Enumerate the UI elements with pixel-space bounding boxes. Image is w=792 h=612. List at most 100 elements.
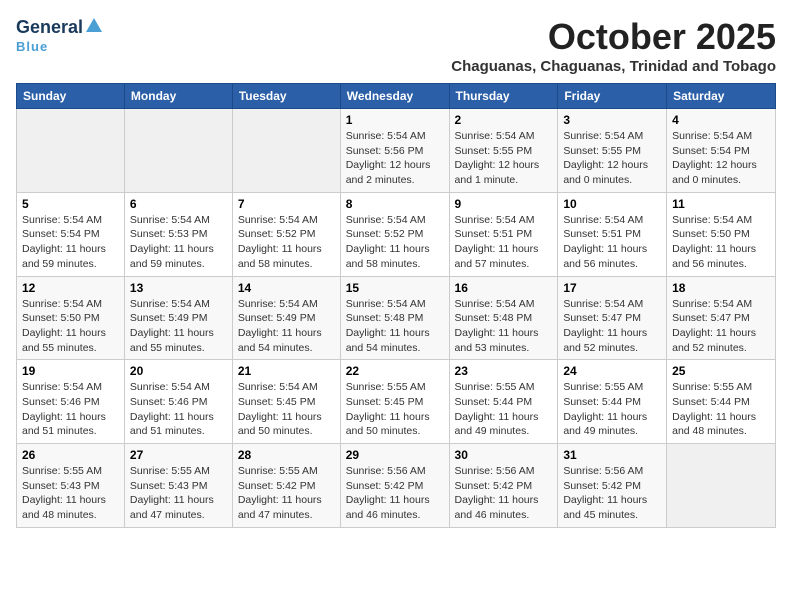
calendar-cell: 28 Sunrise: 5:55 AM Sunset: 5:42 PM Dayli… xyxy=(232,444,340,528)
cell-info: Sunrise: 5:54 AM Sunset: 5:54 PM Dayligh… xyxy=(22,213,119,272)
day-number: 24 xyxy=(563,364,661,378)
calendar-cell: 13 Sunrise: 5:54 AM Sunset: 5:49 PM Dayli… xyxy=(124,276,232,360)
week-row-4: 19 Sunrise: 5:54 AM Sunset: 5:46 PM Dayli… xyxy=(17,360,776,444)
day-number: 23 xyxy=(455,364,553,378)
calendar-cell: 17Sunrise: 5:54 AM Sunset: 5:47 PM Dayli… xyxy=(558,276,667,360)
column-header-sunday: Sunday xyxy=(17,84,125,109)
day-number: 29 xyxy=(346,448,444,462)
logo-blue: Blue xyxy=(16,39,48,54)
cell-info: Sunrise: 5:54 AM Sunset: 5:50 PM Dayligh… xyxy=(672,213,770,272)
cell-info: Sunrise: 5:54 AM Sunset: 5:46 PM Dayligh… xyxy=(22,380,119,439)
calendar-cell: 11 Sunrise: 5:54 AM Sunset: 5:50 PM Dayli… xyxy=(667,192,776,276)
calendar-cell: 19 Sunrise: 5:54 AM Sunset: 5:46 PM Dayli… xyxy=(17,360,125,444)
month-title: October 2025 xyxy=(451,16,776,58)
cell-info: Sunrise: 5:54 AM Sunset: 5:45 PM Dayligh… xyxy=(238,380,335,439)
day-number: 10 xyxy=(563,197,661,211)
cell-info: Sunrise: 5:55 AM Sunset: 5:44 PM Dayligh… xyxy=(672,380,770,439)
title-block: October 2025 Chaguanas, Chaguanas, Trini… xyxy=(451,16,776,75)
calendar-cell xyxy=(124,109,232,193)
cell-info: Sunrise: 5:54 AM Sunset: 5:56 PM Dayligh… xyxy=(346,129,444,188)
day-number: 9 xyxy=(455,197,553,211)
day-number: 27 xyxy=(130,448,227,462)
cell-info: Sunrise: 5:54 AM Sunset: 5:47 PM Dayligh… xyxy=(672,297,770,356)
logo: General Blue xyxy=(16,16,103,54)
calendar-cell: 23Sunrise: 5:55 AM Sunset: 5:44 PM Dayli… xyxy=(449,360,558,444)
day-number: 18 xyxy=(672,281,770,295)
calendar-cell: 12 Sunrise: 5:54 AM Sunset: 5:50 PM Dayli… xyxy=(17,276,125,360)
calendar-cell: 1Sunrise: 5:54 AM Sunset: 5:56 PM Daylig… xyxy=(340,109,449,193)
cell-info: Sunrise: 5:54 AM Sunset: 5:55 PM Dayligh… xyxy=(563,129,661,188)
header-row: SundayMondayTuesdayWednesdayThursdayFrid… xyxy=(17,84,776,109)
cell-info: Sunrise: 5:55 AM Sunset: 5:43 PM Dayligh… xyxy=(22,464,119,523)
calendar-cell: 31 Sunrise: 5:56 AM Sunset: 5:42 PM Dayli… xyxy=(558,444,667,528)
day-number: 4 xyxy=(672,113,770,127)
cell-info: Sunrise: 5:54 AM Sunset: 5:55 PM Dayligh… xyxy=(455,129,553,188)
day-number: 6 xyxy=(130,197,227,211)
logo-icon xyxy=(85,16,103,34)
day-number: 17 xyxy=(563,281,661,295)
column-header-wednesday: Wednesday xyxy=(340,84,449,109)
calendar-cell: 9 Sunrise: 5:54 AM Sunset: 5:51 PM Daylig… xyxy=(449,192,558,276)
week-row-5: 26Sunrise: 5:55 AM Sunset: 5:43 PM Dayli… xyxy=(17,444,776,528)
cell-info: Sunrise: 5:55 AM Sunset: 5:45 PM Dayligh… xyxy=(346,380,444,439)
calendar-cell: 26Sunrise: 5:55 AM Sunset: 5:43 PM Dayli… xyxy=(17,444,125,528)
cell-info: Sunrise: 5:56 AM Sunset: 5:42 PM Dayligh… xyxy=(346,464,444,523)
day-number: 30 xyxy=(455,448,553,462)
cell-info: Sunrise: 5:54 AM Sunset: 5:48 PM Dayligh… xyxy=(455,297,553,356)
calendar-cell: 8 Sunrise: 5:54 AM Sunset: 5:52 PM Daylig… xyxy=(340,192,449,276)
cell-info: Sunrise: 5:56 AM Sunset: 5:42 PM Dayligh… xyxy=(563,464,661,523)
calendar-cell: 3 Sunrise: 5:54 AM Sunset: 5:55 PM Daylig… xyxy=(558,109,667,193)
day-number: 12 xyxy=(22,281,119,295)
day-number: 13 xyxy=(130,281,227,295)
calendar-cell: 2Sunrise: 5:54 AM Sunset: 5:55 PM Daylig… xyxy=(449,109,558,193)
calendar-cell: 4Sunrise: 5:54 AM Sunset: 5:54 PM Daylig… xyxy=(667,109,776,193)
cell-info: Sunrise: 5:55 AM Sunset: 5:43 PM Dayligh… xyxy=(130,464,227,523)
week-row-1: 1Sunrise: 5:54 AM Sunset: 5:56 PM Daylig… xyxy=(17,109,776,193)
day-number: 14 xyxy=(238,281,335,295)
cell-info: Sunrise: 5:56 AM Sunset: 5:42 PM Dayligh… xyxy=(455,464,553,523)
calendar-cell: 25 Sunrise: 5:55 AM Sunset: 5:44 PM Dayli… xyxy=(667,360,776,444)
day-number: 31 xyxy=(563,448,661,462)
cell-info: Sunrise: 5:54 AM Sunset: 5:46 PM Dayligh… xyxy=(130,380,227,439)
cell-info: Sunrise: 5:54 AM Sunset: 5:49 PM Dayligh… xyxy=(238,297,335,356)
cell-info: Sunrise: 5:54 AM Sunset: 5:51 PM Dayligh… xyxy=(455,213,553,272)
calendar-cell: 27 Sunrise: 5:55 AM Sunset: 5:43 PM Dayli… xyxy=(124,444,232,528)
cell-info: Sunrise: 5:54 AM Sunset: 5:52 PM Dayligh… xyxy=(238,213,335,272)
week-row-2: 5Sunrise: 5:54 AM Sunset: 5:54 PM Daylig… xyxy=(17,192,776,276)
column-header-thursday: Thursday xyxy=(449,84,558,109)
column-header-tuesday: Tuesday xyxy=(232,84,340,109)
cell-info: Sunrise: 5:54 AM Sunset: 5:50 PM Dayligh… xyxy=(22,297,119,356)
calendar-cell: 7 Sunrise: 5:54 AM Sunset: 5:52 PM Daylig… xyxy=(232,192,340,276)
column-header-friday: Friday xyxy=(558,84,667,109)
calendar-cell: 24 Sunrise: 5:55 AM Sunset: 5:44 PM Dayli… xyxy=(558,360,667,444)
calendar-cell: 18 Sunrise: 5:54 AM Sunset: 5:47 PM Dayli… xyxy=(667,276,776,360)
column-header-monday: Monday xyxy=(124,84,232,109)
calendar-cell xyxy=(667,444,776,528)
day-number: 22 xyxy=(346,364,444,378)
day-number: 16 xyxy=(455,281,553,295)
day-number: 7 xyxy=(238,197,335,211)
day-number: 25 xyxy=(672,364,770,378)
day-number: 11 xyxy=(672,197,770,211)
logo-general: General xyxy=(16,18,83,38)
calendar-cell: 14 Sunrise: 5:54 AM Sunset: 5:49 PM Dayli… xyxy=(232,276,340,360)
cell-info: Sunrise: 5:55 AM Sunset: 5:44 PM Dayligh… xyxy=(563,380,661,439)
day-number: 15 xyxy=(346,281,444,295)
calendar-cell: 10Sunrise: 5:54 AM Sunset: 5:51 PM Dayli… xyxy=(558,192,667,276)
calendar-cell: 22 Sunrise: 5:55 AM Sunset: 5:45 PM Dayli… xyxy=(340,360,449,444)
calendar-cell: 5Sunrise: 5:54 AM Sunset: 5:54 PM Daylig… xyxy=(17,192,125,276)
subtitle: Chaguanas, Chaguanas, Trinidad and Tobag… xyxy=(451,58,776,75)
day-number: 3 xyxy=(563,113,661,127)
day-number: 20 xyxy=(130,364,227,378)
day-number: 28 xyxy=(238,448,335,462)
day-number: 19 xyxy=(22,364,119,378)
day-number: 21 xyxy=(238,364,335,378)
page-header: General Blue October 2025 Chaguanas, Cha… xyxy=(16,16,776,75)
day-number: 8 xyxy=(346,197,444,211)
cell-info: Sunrise: 5:54 AM Sunset: 5:49 PM Dayligh… xyxy=(130,297,227,356)
calendar-cell: 6Sunrise: 5:54 AM Sunset: 5:53 PM Daylig… xyxy=(124,192,232,276)
cell-info: Sunrise: 5:54 AM Sunset: 5:52 PM Dayligh… xyxy=(346,213,444,272)
cell-info: Sunrise: 5:55 AM Sunset: 5:42 PM Dayligh… xyxy=(238,464,335,523)
calendar-cell: 30 Sunrise: 5:56 AM Sunset: 5:42 PM Dayli… xyxy=(449,444,558,528)
calendar-cell: 20 Sunrise: 5:54 AM Sunset: 5:46 PM Dayli… xyxy=(124,360,232,444)
